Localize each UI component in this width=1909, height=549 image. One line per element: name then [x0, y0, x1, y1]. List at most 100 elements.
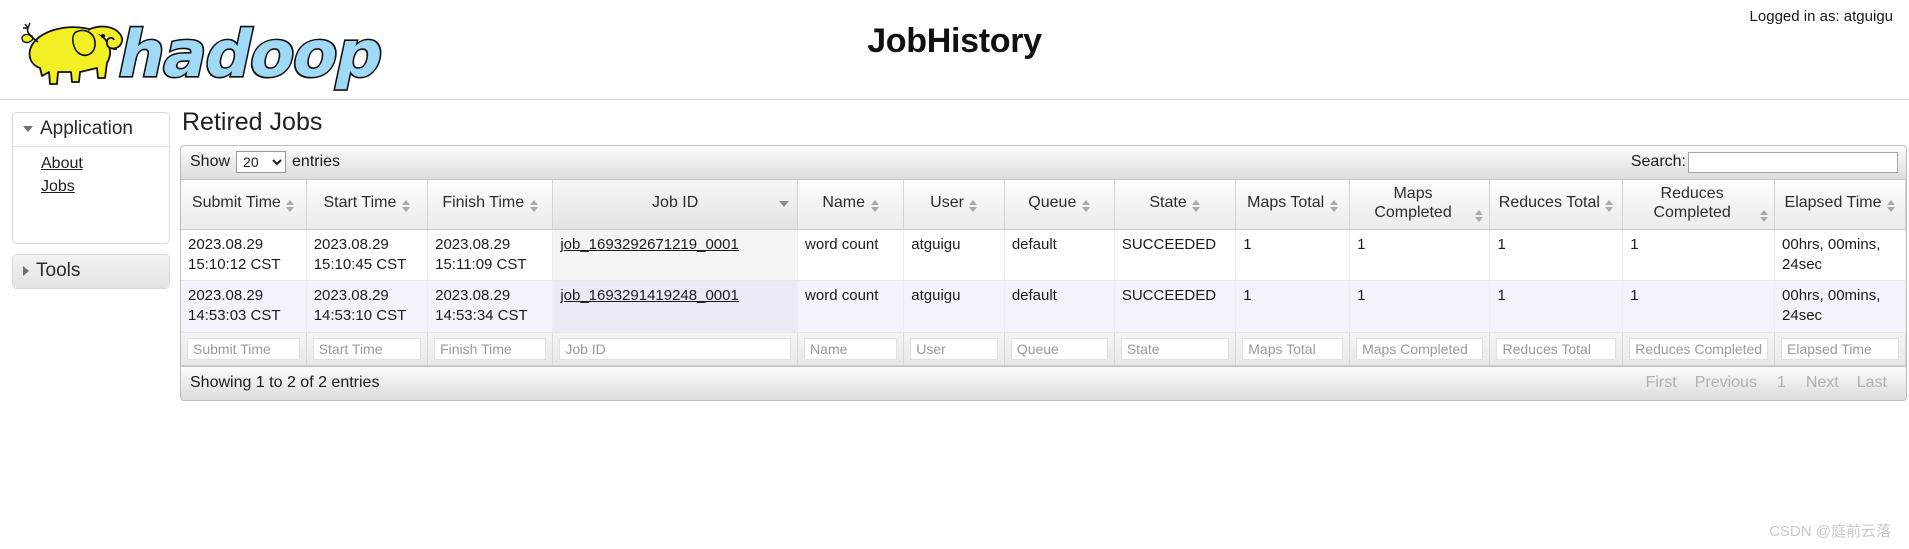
sidebar-panel-tools: Tools [12, 253, 170, 289]
entries-label: entries [292, 153, 341, 170]
sidebar-panel-tools-label: Tools [36, 259, 81, 281]
filter-cell-reduces-completed [1622, 331, 1776, 366]
col-header-reduces-total[interactable]: Reduces Total [1489, 180, 1624, 230]
cell-start-time: 2023.08.29 14:53:10 CST [306, 280, 429, 333]
cell-maps-completed: 1 [1349, 229, 1491, 282]
filter-input-reduces-total[interactable] [1496, 337, 1617, 360]
col-header-name[interactable]: Name [797, 180, 905, 230]
jobs-table: Submit Time Start Time Finish Time Job I… [181, 180, 1906, 366]
sidebar-panel-tools-header[interactable]: Tools [13, 254, 169, 288]
section-title: Retired Jobs [182, 108, 323, 136]
filter-cell-reduces-total [1489, 331, 1624, 366]
col-header-submit-time[interactable]: Submit Time [181, 180, 307, 230]
sidebar-panel-application-header[interactable]: Application [13, 113, 169, 147]
cell-user: atguigu [903, 229, 1005, 282]
sidebar-panel-application-label: Application [40, 118, 133, 139]
col-label: State [1149, 194, 1187, 212]
datatable-toolbar: Show 20 40 60 80 100 entries Search: [181, 146, 1906, 180]
datatable-footer: Showing 1 to 2 of 2 entries First Previo… [181, 365, 1906, 400]
filter-input-job-id[interactable] [559, 337, 792, 360]
col-header-maps-completed[interactable]: Maps Completed [1349, 180, 1491, 230]
sort-icon [529, 200, 538, 213]
cell-maps-total: 1 [1235, 280, 1351, 333]
hadoop-logo[interactable]: hadoop [10, 6, 405, 94]
filter-cell-maps-completed [1349, 331, 1491, 366]
col-label: Queue [1028, 194, 1077, 212]
cell-start-time: 2023.08.29 15:10:45 CST [306, 229, 429, 282]
cell-queue: default [1004, 229, 1115, 282]
pagination: First Previous 1 Next Last [1637, 373, 1896, 393]
col-label: Maps Completed [1374, 185, 1452, 221]
cell-elapsed-time: 00hrs, 00mins, 24sec [1774, 280, 1906, 333]
entries-select[interactable]: 20 40 60 80 100 [236, 151, 287, 173]
col-header-finish-time[interactable]: Finish Time [427, 180, 554, 230]
cell-name: word count [797, 229, 905, 282]
cell-state: SUCCEEDED [1114, 280, 1237, 333]
cell-elapsed-time: 00hrs, 00mins, 24sec [1774, 229, 1906, 282]
filter-input-submit-time[interactable] [187, 337, 300, 360]
col-label: Start Time [323, 194, 397, 212]
col-header-user[interactable]: User [903, 180, 1005, 230]
filter-cell-elapsed-time [1774, 331, 1906, 366]
filter-cell-submit-time [181, 331, 307, 366]
pagination-next[interactable]: Next [1797, 373, 1848, 393]
sort-icon [870, 200, 879, 213]
job-id-link[interactable]: job_1693291419248_0001 [560, 287, 739, 304]
show-label: Show [190, 153, 231, 170]
sort-icon [969, 200, 978, 213]
col-header-maps-total[interactable]: Maps Total [1235, 180, 1351, 230]
col-header-start-time[interactable]: Start Time [306, 180, 429, 230]
cell-user: atguigu [903, 280, 1005, 333]
filter-input-user[interactable] [910, 337, 998, 360]
col-header-elapsed-time[interactable]: Elapsed Time [1774, 180, 1906, 230]
entries-info: Showing 1 to 2 of 2 entries [190, 373, 380, 391]
sort-icon [401, 200, 410, 213]
col-label: User [930, 194, 964, 212]
entries-length-control: Show 20 40 60 80 100 entries [190, 151, 340, 173]
filter-input-maps-completed[interactable] [1356, 337, 1484, 360]
pagination-first[interactable]: First [1637, 373, 1686, 393]
search-label: Search: [1630, 153, 1686, 170]
filter-input-reduces-completed[interactable] [1629, 337, 1769, 360]
cell-maps-total: 1 [1235, 229, 1351, 282]
main-content: Retired Jobs Show 20 40 60 80 100 entrie… [180, 100, 1909, 401]
pagination-previous[interactable]: Previous [1686, 373, 1766, 393]
pagination-last[interactable]: Last [1848, 373, 1896, 393]
sidebar-item-about[interactable]: About [13, 153, 169, 176]
table-row[interactable]: 2023.08.29 14:53:03 CST 2023.08.29 14:53… [181, 280, 1906, 333]
job-id-link[interactable]: job_1693292671219_0001 [560, 236, 739, 253]
sort-icon [1886, 200, 1895, 213]
sort-icon [286, 200, 295, 213]
svg-text:hadoop: hadoop [112, 18, 390, 92]
col-header-state[interactable]: State [1114, 180, 1237, 230]
logged-in-user: Logged in as: atguigu [1749, 8, 1893, 25]
search-input[interactable] [1688, 151, 1898, 173]
sidebar-panel-application-body: About Jobs [13, 147, 169, 243]
filter-input-state[interactable] [1120, 337, 1230, 360]
cell-maps-completed: 1 [1349, 280, 1491, 333]
col-header-reduces-completed[interactable]: Reduces Completed [1622, 180, 1776, 230]
sidebar: Application About Jobs Tools [0, 100, 180, 299]
filter-input-name[interactable] [804, 337, 898, 360]
col-header-job-id[interactable]: Job ID [552, 180, 799, 230]
table-header-row: Submit Time Start Time Finish Time Job I… [181, 180, 1906, 230]
filter-input-maps-total[interactable] [1242, 337, 1344, 360]
filter-input-queue[interactable] [1010, 337, 1108, 360]
col-header-queue[interactable]: Queue [1004, 180, 1115, 230]
page-layout: Application About Jobs Tools Retired Job… [0, 100, 1909, 401]
filter-input-start-time[interactable] [312, 337, 422, 360]
page-header: hadoop JobHistory Logged in as: atguigu [0, 0, 1909, 100]
sort-icon [1329, 200, 1338, 213]
sidebar-panel-application: Application About Jobs [12, 112, 170, 244]
sidebar-item-jobs[interactable]: Jobs [13, 176, 169, 199]
table-row[interactable]: 2023.08.29 15:10:12 CST 2023.08.29 15:10… [181, 229, 1906, 282]
jobs-datatable: Show 20 40 60 80 100 entries Search: [180, 145, 1907, 401]
filter-input-elapsed-time[interactable] [1781, 337, 1899, 360]
cell-queue: default [1004, 280, 1115, 333]
filter-cell-job-id [552, 331, 799, 366]
col-label: Job ID [652, 194, 699, 212]
cell-reduces-total: 1 [1489, 229, 1624, 282]
pagination-page-1[interactable]: 1 [1766, 373, 1797, 393]
chevron-right-icon [23, 265, 29, 276]
filter-input-finish-time[interactable] [434, 337, 547, 360]
